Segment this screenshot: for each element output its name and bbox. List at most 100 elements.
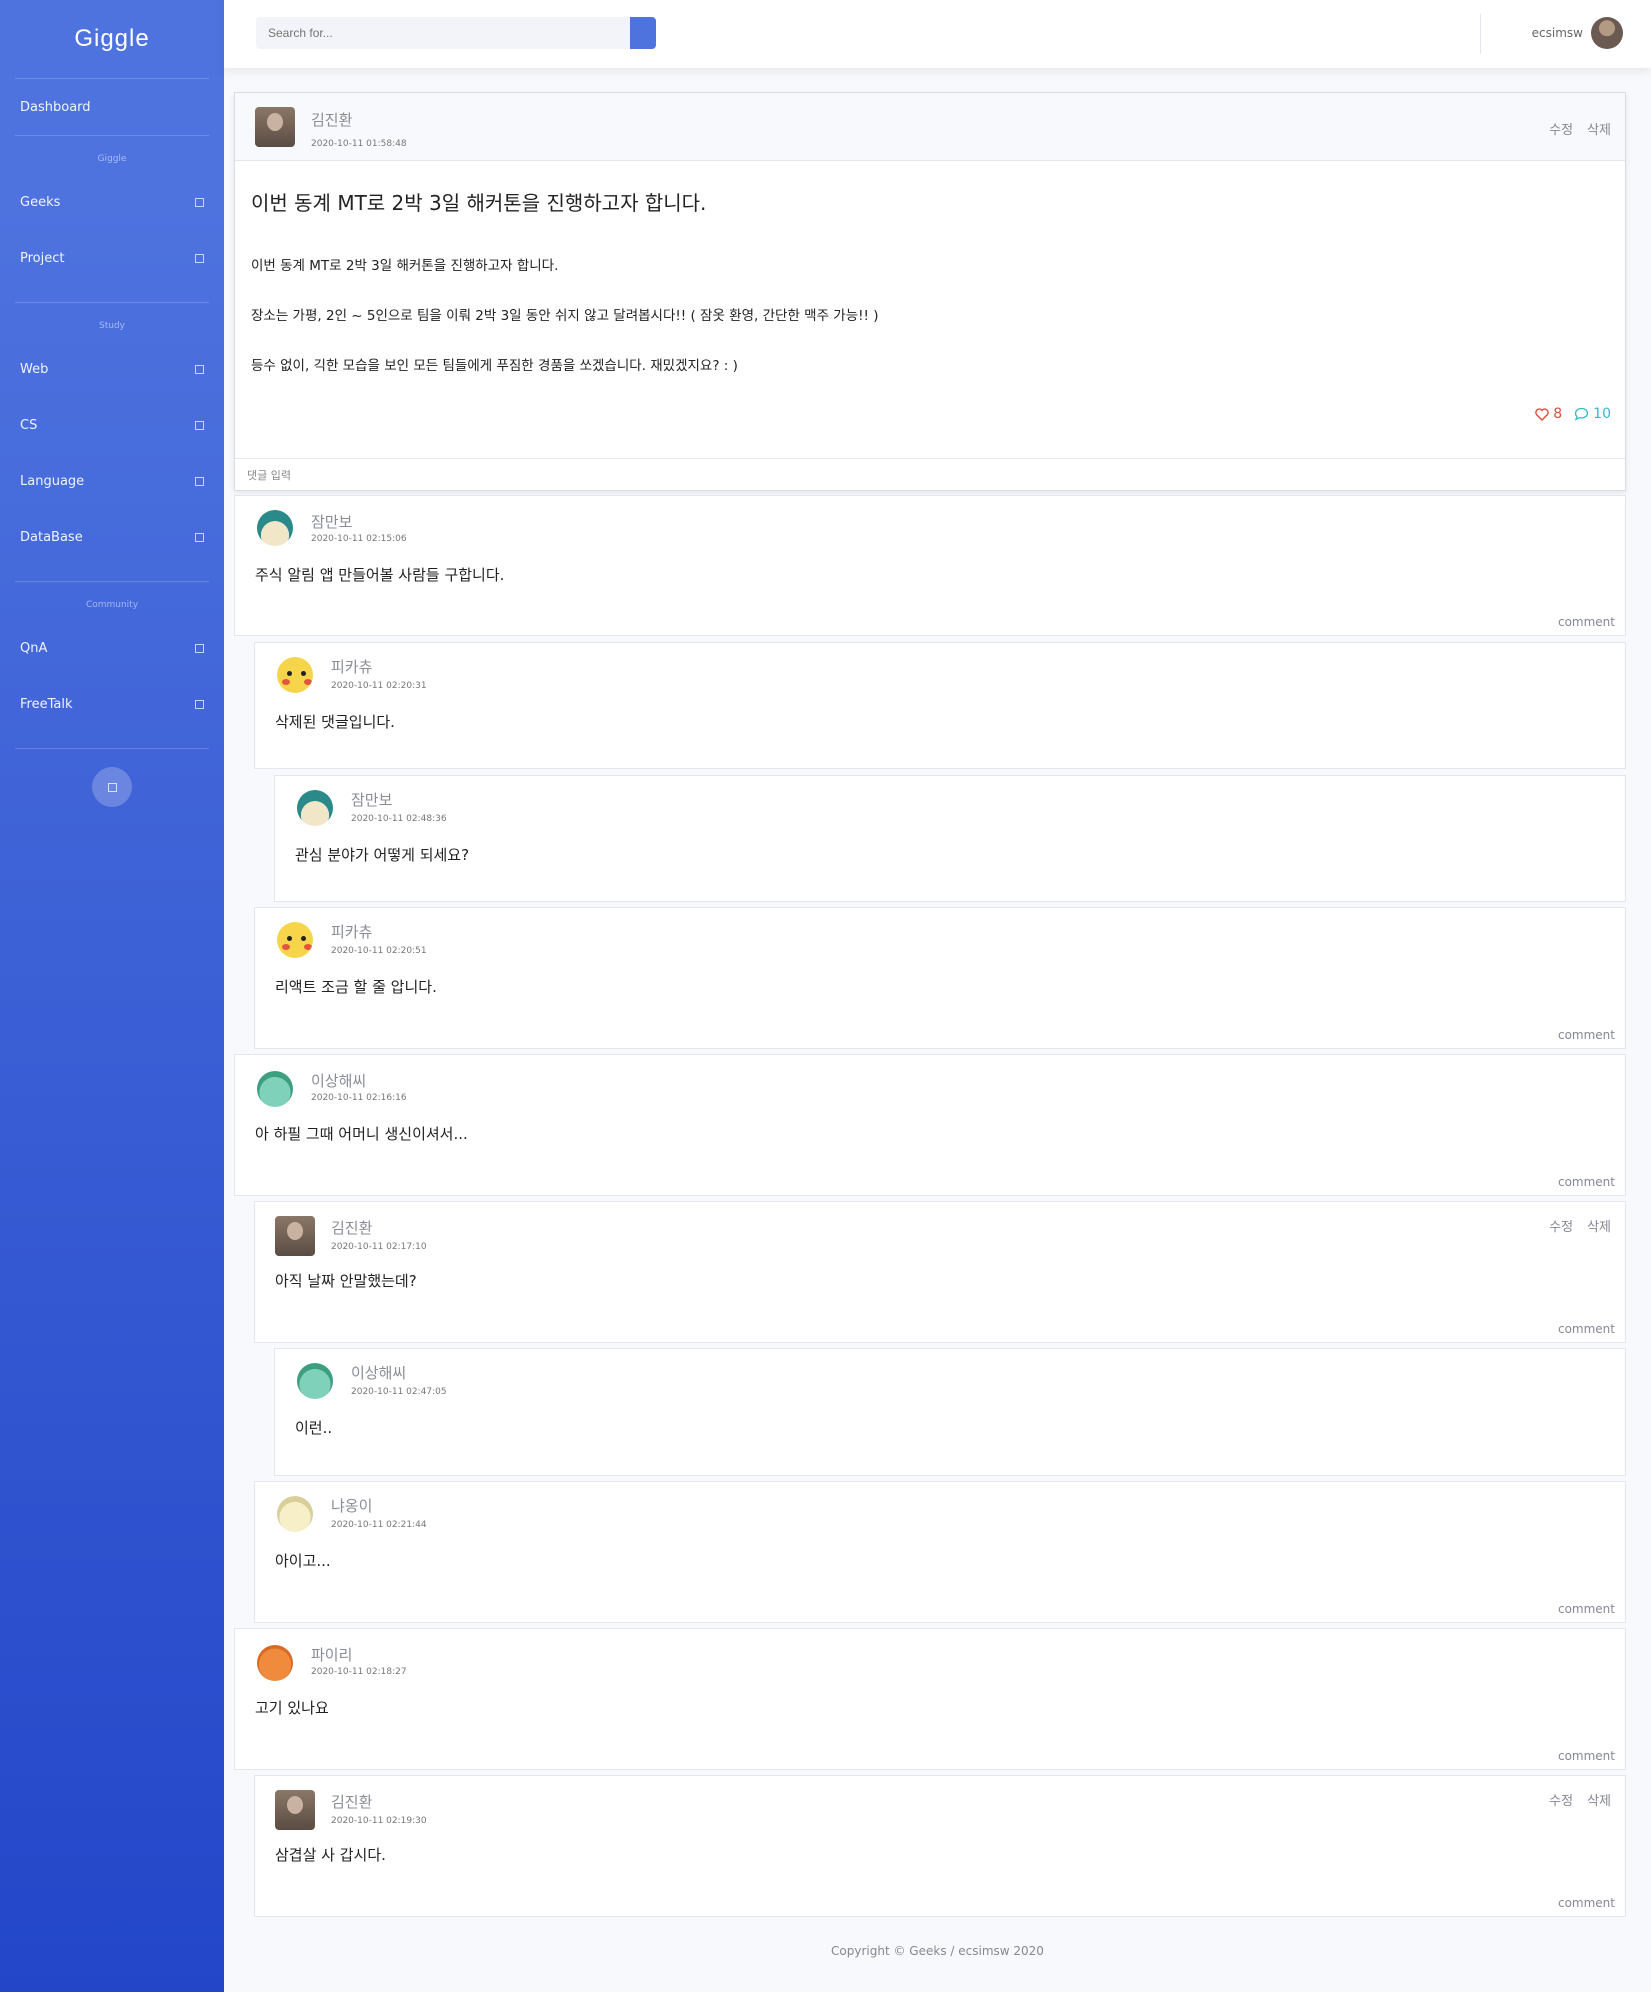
sidebar-item-database[interactable]: DataBase — [0, 509, 224, 565]
sidebar-item-label: Project — [20, 250, 65, 266]
sidebar-item-label: FreeTalk — [20, 696, 73, 712]
chevron-icon — [195, 699, 204, 709]
avatar — [1591, 17, 1623, 49]
search-input[interactable] — [256, 17, 630, 49]
post-paragraph: 장소는 가평, 2인 ~ 5인으로 팀을 이뤄 2박 3일 동안 쉬지 않고 달… — [251, 308, 879, 324]
comment-actions: 수정 삭제 — [1549, 1216, 1611, 1235]
main-content: 김진환 2020-10-11 01:58:48 수정 삭제 이번 동계 MT로 … — [234, 92, 1626, 491]
sidebar-item-label: DataBase — [20, 529, 83, 545]
comment-card: 냐옹이 2020-10-11 02:21:44 아이고... comment — [254, 1481, 1626, 1623]
brand-logo[interactable]: Giggle — [0, 0, 224, 78]
like-count: 8 — [1553, 406, 1563, 422]
like-counter[interactable]: 8 — [1535, 406, 1562, 422]
reply-link[interactable]: comment — [1558, 1896, 1615, 1910]
reply-link[interactable]: comment — [1558, 1175, 1615, 1189]
author-avatar — [277, 922, 313, 958]
author-name: 이상해씨 — [351, 1364, 407, 1382]
author-avatar — [255, 107, 295, 147]
author-name: 잠만보 — [311, 513, 353, 531]
author-name: 김진환 — [331, 1793, 373, 1811]
sidebar-heading-giggle: Giggle — [97, 154, 127, 164]
reply-link[interactable]: comment — [1558, 615, 1615, 629]
post-paragraph: 이번 동계 MT로 2박 3일 해커톤을 진행하고자 합니다. — [251, 258, 559, 274]
comment-date: 2020-10-11 02:19:30 — [331, 1816, 427, 1826]
reply-link[interactable]: comment — [1558, 1028, 1615, 1042]
comment-count: 10 — [1593, 406, 1611, 422]
sidebar-item-project[interactable]: Project — [0, 230, 224, 286]
sidebar-item-qna[interactable]: QnA — [0, 620, 224, 676]
comment-text: 아이고... — [275, 1552, 331, 1570]
author-name: 김진환 — [311, 111, 353, 129]
post-title: 이번 동계 MT로 2박 3일 해커톤을 진행하고자 합니다. — [251, 191, 707, 215]
post-stats: 8 10 — [1535, 406, 1611, 422]
reply-link[interactable]: comment — [1558, 1602, 1615, 1616]
reply-link[interactable]: comment — [1558, 1749, 1615, 1763]
chevron-icon — [195, 643, 204, 653]
search-button[interactable] — [630, 17, 656, 49]
sidebar-item-label: Web — [20, 361, 49, 377]
chevron-icon — [195, 197, 204, 207]
topbar: ecsimsw — [224, 0, 1651, 68]
author-avatar — [277, 1496, 313, 1532]
author-name: 이상해씨 — [311, 1072, 367, 1090]
comment-date: 2020-10-11 02:17:10 — [331, 1242, 427, 1252]
post-header: 김진환 2020-10-11 01:58:48 수정 삭제 — [235, 93, 1625, 161]
comment-text: 아 하필 그때 어머니 생신이셔서... — [255, 1125, 468, 1143]
comment-text: 삭제된 댓글입니다. — [275, 713, 395, 731]
comment-text: 이런.. — [295, 1419, 333, 1437]
sidebar-item-label: Language — [20, 473, 85, 489]
user-menu[interactable]: ecsimsw — [1532, 17, 1623, 49]
edit-button[interactable]: 수정 — [1549, 1790, 1573, 1809]
comment-card: 파이리 2020-10-11 02:18:27 고기 있나요 comment — [234, 1628, 1626, 1770]
sidebar-toggle-wrap — [0, 749, 224, 807]
comment-date: 2020-10-11 02:20:51 — [331, 946, 427, 956]
author-name: 피카츄 — [331, 923, 373, 941]
delete-button[interactable]: 삭제 — [1587, 1790, 1611, 1809]
post-actions: 수정 삭제 — [1549, 119, 1611, 138]
search-bar — [256, 17, 656, 49]
sidebar-item-freetalk[interactable]: FreeTalk — [0, 676, 224, 732]
author-avatar — [277, 657, 313, 693]
sidebar-item-label: Dashboard — [20, 99, 91, 115]
post-card: 김진환 2020-10-11 01:58:48 수정 삭제 이번 동계 MT로 … — [234, 92, 1626, 491]
comment-card: 피카츄 2020-10-11 02:20:31 삭제된 댓글입니다. — [254, 642, 1626, 769]
sidebar-toggle-button[interactable] — [92, 767, 132, 807]
comment-text: 고기 있나요 — [255, 1699, 329, 1717]
comment-input[interactable]: 댓글 입력 — [235, 458, 1625, 490]
chevron-icon — [195, 420, 204, 430]
comment-date: 2020-10-11 02:15:06 — [311, 534, 407, 544]
author-name: 피카츄 — [331, 658, 373, 676]
edit-button[interactable]: 수정 — [1549, 119, 1573, 138]
speech-bubble-icon — [1575, 407, 1589, 421]
comment-text: 관심 분야가 어떻게 되세요? — [295, 846, 470, 864]
author-avatar — [257, 510, 293, 546]
edit-button[interactable]: 수정 — [1549, 1216, 1573, 1235]
sidebar-item-label: QnA — [20, 640, 48, 656]
comment-counter[interactable]: 10 — [1574, 406, 1611, 422]
author-name: 잠만보 — [351, 791, 393, 809]
sidebar-item-web[interactable]: Web — [0, 341, 224, 397]
sidebar-item-geeks[interactable]: Geeks — [0, 174, 224, 230]
sidebar-item-cs[interactable]: CS — [0, 397, 224, 453]
comment-text: 리액트 조금 할 줄 압니다. — [275, 978, 437, 996]
author-avatar — [257, 1645, 293, 1681]
sidebar-heading-community: Community — [85, 600, 139, 610]
delete-button[interactable]: 삭제 — [1587, 1216, 1611, 1235]
comment-text: 삼겹살 사 갑시다. — [275, 1846, 386, 1864]
chevron-icon — [195, 532, 204, 542]
delete-button[interactable]: 삭제 — [1587, 119, 1611, 138]
sidebar-heading-study: Study — [99, 321, 125, 331]
author-avatar — [257, 1071, 293, 1107]
comment-date: 2020-10-11 02:48:36 — [351, 814, 447, 824]
sidebar-item-dashboard[interactable]: Dashboard — [0, 79, 224, 135]
topbar-divider — [1480, 14, 1481, 54]
post-body: 이번 동계 MT로 2박 3일 해커톤을 진행하고자 합니다. 이번 동계 MT… — [235, 161, 1625, 458]
author-avatar — [297, 1363, 333, 1399]
comment-card: 김진환 2020-10-11 02:19:30 수정 삭제 삼겹살 사 갑시다.… — [254, 1775, 1626, 1917]
reply-link[interactable]: comment — [1558, 1322, 1615, 1336]
comment-card: 잠만보 2020-10-11 02:48:36 관심 분야가 어떻게 되세요? — [274, 775, 1626, 902]
sidebar-item-label: Geeks — [20, 194, 61, 210]
author-name: 파이리 — [311, 1646, 353, 1664]
comment-text: 주식 알림 앱 만들어볼 사람들 구합니다. — [255, 566, 505, 584]
sidebar-item-language[interactable]: Language — [0, 453, 224, 509]
